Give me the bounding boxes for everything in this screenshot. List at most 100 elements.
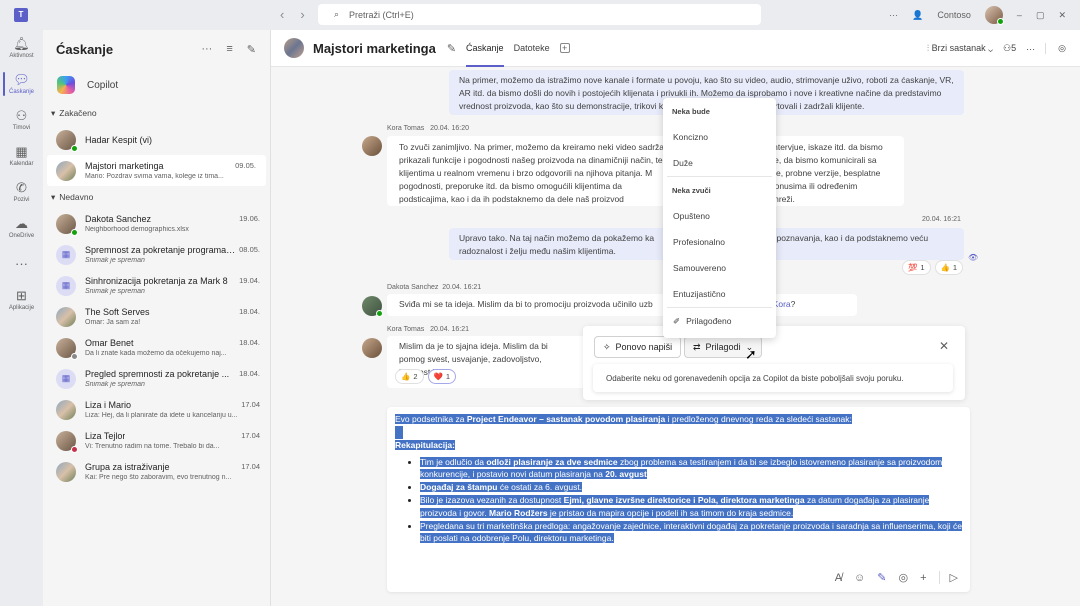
message-time: 20.04. 16:21 — [922, 216, 961, 223]
chat-item[interactable]: Liza Tejlor 17.04 Vi: Trenutno radim na to… — [43, 425, 270, 456]
chat-item[interactable]: Dakota Sanchez 19.06. Neighborhood demogra… — [43, 208, 270, 239]
menu-item-longer[interactable]: Duže — [663, 150, 776, 176]
chat-item[interactable]: Liza i Mario 17.04 Liza: Hej, da li planir… — [43, 394, 270, 425]
app-rail: 🔔︎ Aktivnost 💬︎ Ćaskanje ⚇ Timovi ▦ Kalendar… — [0, 30, 43, 606]
adjust-tone-menu: Neka bude Koncizno Duže Neka zvuči Opušt… — [663, 98, 776, 338]
people-icon[interactable]: 👤 — [912, 10, 923, 21]
teams-logo-icon: T — [14, 8, 28, 22]
forward-arrow-icon[interactable]: › — [300, 7, 304, 22]
rail-calendar[interactable]: ▦ Kalendar — [0, 138, 43, 174]
rail-teams[interactable]: ⚇ Timovi — [0, 102, 43, 138]
add-icon[interactable]: + — [920, 572, 926, 584]
search-placeholder: Pretraži (Ctrl+E) — [349, 9, 414, 20]
chat-item[interactable]: ▦ Sinhronizacija pokretanja za Mark 8 19.0… — [43, 270, 270, 301]
more-options-button[interactable]: ··· — [889, 10, 898, 20]
filter-icon[interactable]: ≡ — [226, 43, 232, 56]
copilot-hint: Odaberite neku od gorenavedenih opcija z… — [593, 364, 953, 392]
back-arrow-icon[interactable]: ‹ — [280, 7, 284, 22]
pen-icon: ✐ — [673, 315, 681, 326]
avatar — [56, 213, 78, 236]
chat-list-title: Ćaskanje — [56, 41, 114, 57]
compose-box[interactable]: Evo podsetnika za Project Endeavor – sas… — [387, 407, 970, 592]
copilot-icon[interactable]: ◎ — [1045, 43, 1066, 54]
more-options-button[interactable]: ··· — [1026, 44, 1035, 54]
participants-button[interactable]: ⚇5 — [1003, 43, 1016, 54]
new-chat-icon[interactable]: ✎ — [247, 43, 256, 56]
compose-text[interactable]: Evo podsetnika za Project Endeavor – sas… — [387, 407, 970, 551]
menu-item-professional[interactable]: Profesionalno — [663, 229, 776, 255]
mouse-pointer-icon: ➚ — [745, 346, 757, 362]
chat-title: Majstori marketinga — [313, 40, 436, 56]
tab-files[interactable]: Datoteke — [514, 30, 550, 67]
rail-activity[interactable]: 🔔︎ Aktivnost — [0, 30, 43, 66]
chat-item[interactable]: ▦ Spremnost za pokretanje programa ... 08.… — [43, 239, 270, 270]
status-available-icon — [71, 144, 78, 152]
reaction-100[interactable]: 💯 1 — [902, 260, 931, 275]
avatar — [362, 296, 383, 317]
chat-item[interactable]: Omar Benet 18.04. Da li znate kada možemo … — [43, 332, 270, 363]
meet-now-button[interactable]: ⫶ Brzi sastanak ⌄ — [927, 43, 993, 54]
message-meta: Dakota Sanchez 20.04. 16:21 — [387, 284, 482, 291]
message-meta: Kora Tomas 20.04. 16:20 — [387, 125, 470, 132]
minimize-button[interactable]: – — [1017, 10, 1022, 20]
tab-chat[interactable]: Ćaskanje — [466, 30, 504, 67]
chat-header: Majstori marketinga ✎ Ćaskanje Datoteke … — [271, 30, 1080, 67]
message-bubble[interactable]: To zvuči zanimljivo. Na primer, možemo d… — [387, 136, 904, 206]
magic-wand-icon: ✧ — [603, 341, 611, 352]
org-name[interactable]: Contoso — [937, 10, 971, 20]
recent-section-toggle[interactable]: ▾ Nedavno — [43, 186, 270, 208]
tone-header: Neka zvuči — [672, 185, 711, 195]
length-header: Neka bude — [672, 106, 710, 116]
chat-item[interactable]: Grupa za istraživanje 17.04 Kai: Pre nego … — [43, 456, 270, 487]
user-avatar[interactable] — [984, 6, 1004, 25]
chat-item-selected[interactable]: Majstori marketinga 09.05. Mario: Pozdrav … — [47, 155, 266, 186]
search-input[interactable]: ⌕ Pretraži (Ctrl+E) — [318, 4, 761, 25]
avatar — [56, 430, 78, 453]
more-icon[interactable]: ··· — [201, 43, 212, 56]
loop-icon[interactable]: ◎ — [898, 571, 908, 584]
reaction-thumbs-up[interactable]: 👍 1 — [934, 260, 964, 275]
chat-item[interactable]: ▦ Pregled spremnosti za pokretanje ... 18.… — [43, 363, 270, 394]
copilot-logo-icon — [57, 76, 75, 94]
chat-item[interactable]: Hadar Kespit (vi) — [43, 124, 270, 155]
menu-item-concise[interactable]: Koncizno — [663, 124, 776, 150]
chat-icon: 💬︎ — [13, 72, 30, 87]
meeting-icon: ▦ — [56, 275, 76, 296]
menu-item-casual[interactable]: Opušteno — [663, 203, 776, 229]
reaction-thumbs-up[interactable]: 👍 2 — [395, 369, 424, 384]
restore-button[interactable]: ▢ — [1036, 10, 1045, 21]
sliders-icon: ⇄ — [693, 341, 701, 352]
avatar — [56, 337, 78, 360]
send-icon[interactable]: ▷ — [938, 571, 958, 584]
avatar — [56, 461, 76, 482]
search-icon: ⌕ — [334, 9, 340, 19]
format-icon[interactable]: A̸ — [835, 572, 842, 584]
pinned-section-toggle[interactable]: ▾ Zakačeno — [43, 102, 270, 124]
menu-item-enthusiastic[interactable]: Entuzijastično — [663, 281, 776, 307]
close-icon[interactable]: ✕ — [939, 339, 949, 353]
edit-name-icon[interactable]: ✎ — [447, 42, 456, 55]
copilot-chat[interactable]: Copilot — [43, 68, 270, 102]
teams-icon: ⚇ — [15, 108, 28, 123]
calendar-icon: ▦ — [15, 144, 28, 159]
status-icon — [71, 352, 78, 360]
rewrite-button[interactable]: ✧ Ponovo napiši — [594, 336, 682, 358]
emoji-icon[interactable]: ☺ — [854, 572, 865, 584]
copilot-compose-icon[interactable]: ✎ — [877, 571, 886, 584]
rail-apps[interactable]: ⊞ Aplikacije — [0, 282, 43, 318]
status-available-icon — [996, 18, 1004, 25]
close-window-button[interactable]: ✕ — [1058, 10, 1066, 21]
reaction-heart[interactable]: ❤️ 1 — [427, 369, 457, 384]
rail-onedrive[interactable]: ☁ OneDrive — [0, 210, 43, 246]
chat-item[interactable]: The Soft Serves 18.04. Omar: Ja sam za! — [43, 301, 270, 332]
menu-item-custom[interactable]: ✐ Prilagođeno — [663, 308, 776, 334]
add-tab-icon[interactable]: + — [559, 43, 570, 53]
rail-chat[interactable]: 💬︎ Ćaskanje — [0, 66, 43, 102]
menu-item-confident[interactable]: Samouvereno — [663, 255, 776, 281]
status-icon — [71, 228, 78, 236]
meeting-icon: ▦ — [56, 368, 76, 389]
message-bubble[interactable]: Sviđa mi se ta ideja. Mislim da bi to pr… — [387, 294, 857, 316]
rail-calls[interactable]: ✆ Pozivi — [0, 174, 43, 210]
rail-more[interactable]: ··· — [0, 246, 43, 282]
meeting-icon: ▦ — [56, 244, 76, 265]
